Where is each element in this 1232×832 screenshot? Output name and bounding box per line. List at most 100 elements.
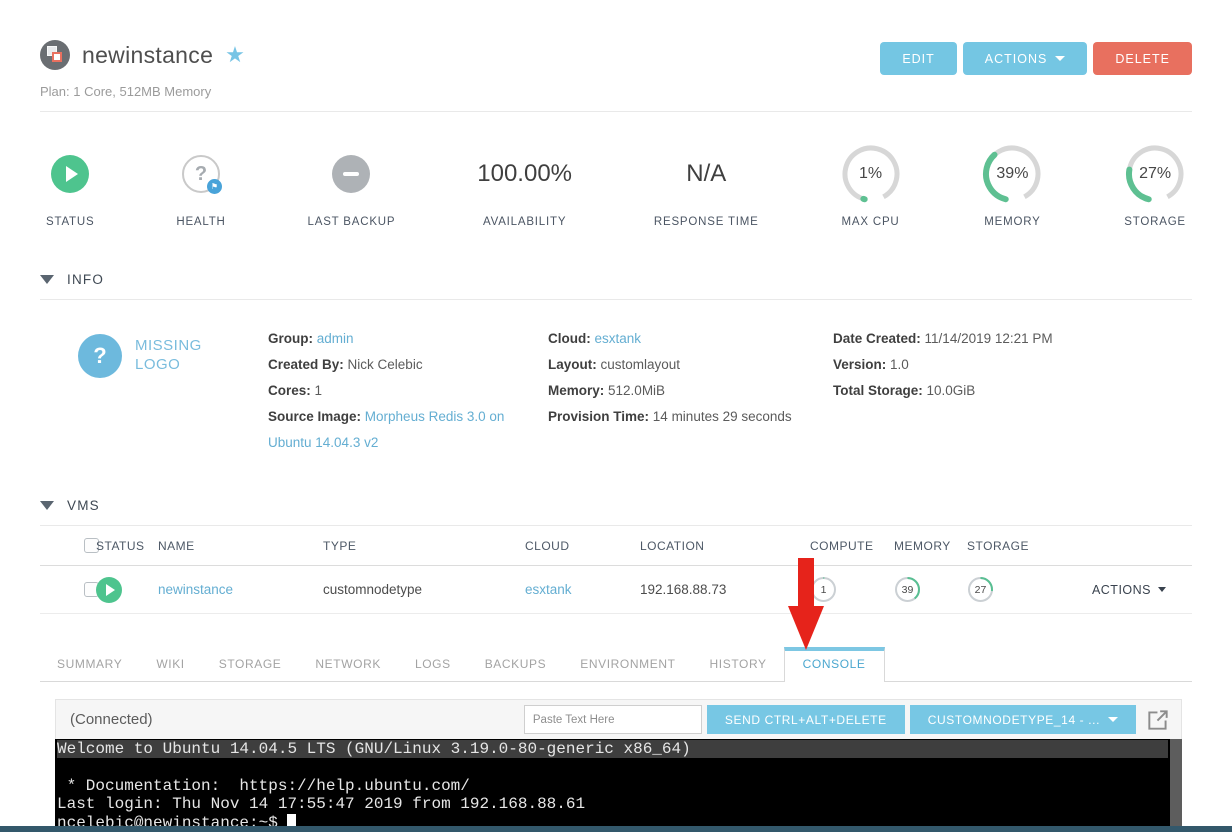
field-value: 1: [315, 383, 323, 398]
terminal-line: Last login: Thu Nov 14 17:55:47 2019 fro…: [57, 795, 1168, 813]
header-cloud: CLOUD: [525, 539, 640, 553]
actions-dropdown-label: ACTIONS: [985, 52, 1048, 66]
vms-table-header: STATUS NAME TYPE CLOUD LOCATION COMPUTE …: [40, 526, 1192, 566]
stat-label: LAST BACKUP: [308, 216, 396, 228]
caret-down-icon: [1055, 56, 1065, 61]
tab-wiki[interactable]: WIKI: [139, 648, 201, 681]
tab-summary[interactable]: SUMMARY: [40, 648, 139, 681]
page: newinstance ★ EDIT ACTIONS DELETE Plan: …: [0, 0, 1232, 831]
field-label: Cores:: [268, 383, 311, 398]
header-location: LOCATION: [640, 539, 810, 553]
field-label: Created By:: [268, 357, 344, 372]
instance-header: newinstance ★ EDIT ACTIONS DELETE: [40, 0, 1192, 75]
header-status: STATUS: [96, 539, 158, 553]
vm-select-label: CUSTOMNODETYPE_14 - ...: [928, 713, 1100, 727]
tab-history[interactable]: HISTORY: [693, 648, 784, 681]
caret-down-icon: [1108, 717, 1118, 722]
vms-section-title: VMS: [67, 498, 100, 513]
vm-storage-gauge: 27: [967, 576, 994, 603]
tab-storage[interactable]: STORAGE: [202, 648, 299, 681]
field-label: Layout:: [548, 357, 597, 372]
tab-backups[interactable]: BACKUPS: [468, 648, 564, 681]
instance-type-icon: [40, 40, 70, 70]
vms-table: STATUS NAME TYPE CLOUD LOCATION COMPUTE …: [40, 526, 1192, 614]
actions-dropdown-button[interactable]: ACTIONS: [963, 42, 1088, 75]
vm-status-play-icon: [96, 577, 122, 603]
vm-memory-gauge: 39: [894, 576, 921, 603]
terminal[interactable]: Welcome to Ubuntu 14.04.5 LTS (GNU/Linux…: [55, 739, 1182, 831]
max-cpu-gauge: 1%: [841, 144, 901, 204]
vm-type: customnodetype: [323, 582, 525, 597]
favorite-star-icon[interactable]: ★: [225, 44, 245, 66]
divider: [40, 299, 1192, 300]
bottom-strip: [0, 826, 1232, 832]
tab-logs[interactable]: LOGS: [398, 648, 468, 681]
vm-name-link[interactable]: newinstance: [158, 582, 233, 597]
info-section: INFO ? MISSING LOGO Group: admin Created…: [40, 272, 1192, 456]
collapse-info-triangle-icon[interactable]: [40, 275, 54, 284]
field-label: Group:: [268, 331, 313, 346]
header-compute: COMPUTE: [810, 539, 894, 553]
info-cores: Cores: 1: [268, 378, 548, 404]
vm-compute-gauge: 1: [810, 576, 837, 603]
info-total-storage: Total Storage: 10.0GiB: [833, 378, 1192, 404]
vm-compute-value: 1: [810, 576, 837, 603]
stat-label: STORAGE: [1124, 216, 1186, 228]
stat-last-backup: LAST BACKUP: [308, 142, 396, 228]
edit-button[interactable]: EDIT: [880, 42, 956, 75]
stat-label: RESPONSE TIME: [654, 216, 759, 228]
stat-response-time: N/A RESPONSE TIME: [654, 142, 759, 228]
stats-row: STATUS ? ⚑ HEALTH LAST BACKUP 100.00% AV…: [40, 142, 1192, 228]
divider: [40, 111, 1192, 112]
header-type: TYPE: [323, 539, 525, 553]
row-actions-dropdown[interactable]: ACTIONS: [1092, 583, 1166, 597]
tab-console[interactable]: CONSOLE: [784, 647, 885, 682]
missing-logo-question-icon: ?: [78, 334, 122, 378]
vms-section: VMS STATUS NAME TYPE CLOUD LOCATION COMP…: [40, 498, 1192, 614]
field-value: 14 minutes 29 seconds: [653, 409, 792, 424]
paste-text-input[interactable]: [524, 705, 702, 734]
stat-label: HEALTH: [176, 216, 225, 228]
missing-logo-label: MISSING LOGO: [135, 337, 207, 375]
collapse-vms-triangle-icon[interactable]: [40, 501, 54, 510]
terminal-line: Welcome to Ubuntu 14.04.5 LTS (GNU/Linux…: [57, 740, 1168, 758]
console-connection-status: (Connected): [70, 711, 524, 728]
missing-logo: ? MISSING LOGO: [40, 334, 268, 378]
field-label: Total Storage:: [833, 383, 923, 398]
field-value: Nick Celebic: [348, 357, 423, 372]
send-ctrl-alt-delete-button[interactable]: SEND CTRL+ALT+DELETE: [707, 705, 905, 734]
info-created-by: Created By: Nick Celebic: [268, 352, 548, 378]
field-label: Date Created:: [833, 331, 921, 346]
tab-network[interactable]: NETWORK: [298, 648, 398, 681]
plan-subtitle: Plan: 1 Core, 512MB Memory: [40, 84, 1192, 99]
header-storage: STORAGE: [967, 539, 1057, 553]
memory-value: 39%: [982, 144, 1042, 204]
stat-storage: 27% STORAGE: [1124, 142, 1186, 228]
group-link[interactable]: admin: [317, 331, 354, 346]
field-value: 10.0GiB: [927, 383, 976, 398]
health-flag-badge-icon: ⚑: [207, 179, 222, 194]
backup-none-minus-icon: [332, 155, 370, 193]
open-external-console-icon[interactable]: [1145, 707, 1171, 733]
field-label: Provision Time:: [548, 409, 649, 424]
field-label: Version:: [833, 357, 886, 372]
stat-label: MAX CPU: [842, 216, 900, 228]
info-date-created: Date Created: 11/14/2019 12:21 PM: [833, 326, 1192, 352]
cloud-link[interactable]: esxtank: [595, 331, 642, 346]
delete-button[interactable]: DELETE: [1093, 42, 1192, 75]
max-cpu-value: 1%: [841, 144, 901, 204]
memory-gauge: 39%: [982, 144, 1042, 204]
stat-max-cpu: 1% MAX CPU: [841, 142, 901, 228]
response-time-value: N/A: [686, 160, 726, 188]
vm-select-dropdown[interactable]: CUSTOMNODETYPE_14 - ...: [910, 705, 1136, 734]
stat-label: STATUS: [46, 216, 94, 228]
console-toolbar: (Connected) SEND CTRL+ALT+DELETE CUSTOMN…: [55, 699, 1182, 739]
field-label: Cloud:: [548, 331, 591, 346]
page-title: newinstance: [82, 42, 213, 69]
vm-table-row: newinstance customnodetype esxtank 192.1…: [40, 566, 1192, 614]
vm-cloud-link[interactable]: esxtank: [525, 582, 572, 597]
terminal-line: * Documentation: https://help.ubuntu.com…: [57, 777, 1168, 795]
terminal-scrollbar[interactable]: [1170, 739, 1182, 831]
tab-environment[interactable]: ENVIRONMENT: [563, 648, 692, 681]
field-value: 1.0: [890, 357, 909, 372]
